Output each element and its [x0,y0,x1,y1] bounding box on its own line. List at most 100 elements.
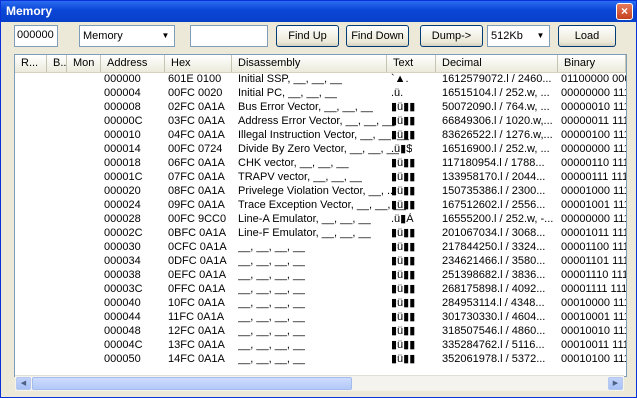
table-row[interactable]: 00002C 0BFC 0A1A Line-F Emulator, __, __, … [15,227,626,240]
cell-dec: 217844250.l / 3324... [442,241,546,253]
cell-dis: CHK vector, __, __, __ [238,157,349,169]
cell-dec: 16555200.l / 252.w, -... [442,213,554,225]
column-header[interactable]: Hex [165,55,232,72]
scroll-left-icon[interactable]: ◀ [16,377,31,390]
find-up-button[interactable]: Find Up [276,25,339,47]
table-row[interactable]: 000020 08FC 0A1A Privelege Violation Vecto… [15,185,626,198]
table-row[interactable]: 000000 601E 0100 Initial SSP, __, __, __ `▲… [15,73,626,86]
find-input[interactable] [190,25,268,47]
table-row[interactable]: 000044 11FC 0A1A __, __, __, __ ▮ü▮▮ 3017303… [15,311,626,324]
cell-dis: __, __, __, __ [238,325,306,337]
table-row[interactable]: 000010 04FC 0A1A Illegal Instruction Vecto… [15,129,626,142]
cell-address: 00002C [104,227,143,239]
table-row[interactable]: 000038 0EFC 0A1A __, __, __, __ ▮ü▮▮ 2513986… [15,269,626,282]
cell-address: 00001C [104,171,143,183]
cell-hex: 04FC 0A1A [168,129,225,141]
cell-dis: __, __, __, __ [238,255,306,267]
table-row[interactable]: 000030 0CFC 0A1A __, __, __, __ ▮ü▮▮ 2178442… [15,241,626,254]
column-header[interactable]: B... [47,55,67,72]
cell-hex: 10FC 0A1A [168,297,225,309]
scroll-thumb[interactable] [32,377,352,390]
load-button[interactable]: Load [558,25,616,47]
table-row[interactable]: 000008 02FC 0A1A Bus Error Vector, __, __,… [15,101,626,114]
cell-dis: __, __, __, __ [238,339,306,351]
horizontal-scrollbar[interactable]: ◀ ▶ [15,375,624,391]
cell-address: 000040 [104,297,141,309]
table-row[interactable]: 000014 00FC 0724 Divide By Zero Vector, __… [15,143,626,156]
column-header[interactable]: Binary [558,55,626,72]
cell-text: ▮ü▮▮ [391,115,416,127]
cell-dis: Address Error Vector, __, __, __ [238,115,395,127]
column-header[interactable]: Decimal [436,55,558,72]
cell-text: .ü. [391,87,404,99]
cell-address: 000034 [104,255,141,267]
table-row[interactable]: 00003C 0FFC 0A1A __, __, __, __ ▮ü▮▮ 2681758… [15,283,626,296]
cell-dec: 83626522.l / 1276.w,... [442,129,553,141]
cell-bin: 00010000 111 [561,297,627,309]
cell-dec: 133958170.l / 2044... [442,171,546,183]
table-row[interactable]: 000018 06FC 0A1A CHK vector, __, __, __ ▮ü▮… [15,157,626,170]
table-row[interactable]: 000034 0DFC 0A1A __, __, __, __ ▮ü▮▮ 2346214… [15,255,626,268]
cell-address: 000014 [104,143,141,155]
table-row[interactable]: 000004 00FC 0020 Initial PC, __, __, __ .ü.… [15,87,626,100]
table-header: R...B...MonAddressHexDisassemblyTextDeci… [15,55,626,73]
cell-bin: 00000000 111 [561,87,627,99]
cell-dis: Privelege Violation Vector, __, ... [238,185,397,197]
table-row[interactable]: 00001C 07FC 0A1A TRAPV vector, __, __, __ ▮… [15,171,626,184]
table-row[interactable]: 000028 00FC 9CC0 Line-A Emulator, __, __, … [15,213,626,226]
cell-address: 000010 [104,129,141,141]
table-row[interactable]: 000024 09FC 0A1A Trace Exception Vector, _… [15,199,626,212]
cell-dis: Bus Error Vector, __, __, __ [238,101,374,113]
column-header[interactable]: Mon [67,55,101,72]
cell-hex: 13FC 0A1A [168,339,225,351]
find-down-button[interactable]: Find Down [346,25,409,47]
cell-dec: 167512602.l / 2556... [442,199,546,211]
cell-hex: 06FC 0A1A [168,157,225,169]
cell-bin: 00000100 111 [561,129,627,141]
cell-dis: Initial SSP, __, __, __ [238,73,343,85]
cell-dis: TRAPV vector, __, __, __ [238,171,363,183]
cell-bin: 00001100 111 [561,241,627,253]
table-row[interactable]: 000050 14FC 0A1A __, __, __, __ ▮ü▮▮ 3520619… [15,353,626,366]
cell-hex: 03FC 0A1A [168,115,225,127]
cell-bin: 00001110 111 [561,269,627,281]
cell-hex: 14FC 0A1A [168,353,225,365]
memory-table[interactable]: R...B...MonAddressHexDisassemblyTextDeci… [14,54,627,377]
cell-address: 00003C [104,283,143,295]
scroll-right-icon[interactable]: ▶ [608,377,623,390]
cell-text: `▲. [391,73,409,85]
cell-dec: 352061978.l / 5372... [442,353,546,365]
column-header[interactable]: R... [15,55,47,72]
table-row[interactable]: 000040 10FC 0A1A __, __, __, __ ▮ü▮▮ 2849531… [15,297,626,310]
cell-dec: 16515104.l / 252.w, ... [442,87,550,99]
address-input[interactable]: 000000 [14,25,58,47]
memory-type-select[interactable]: Memory ▼ [79,25,175,47]
chevron-down-icon[interactable]: ▼ [158,27,173,45]
chevron-down-icon[interactable]: ▼ [533,27,548,45]
size-select[interactable]: 512Kb ▼ [487,25,550,47]
table-row[interactable]: 000048 12FC 0A1A __, __, __, __ ▮ü▮▮ 3185075… [15,325,626,338]
cell-hex: 11FC 0A1A [168,311,225,323]
cell-text: ▮ü▮▮ [391,185,416,197]
column-header[interactable]: Address [101,55,165,72]
cell-hex: 00FC 0724 [168,143,223,155]
title-bar[interactable]: Memory × [1,1,636,22]
column-header[interactable]: Disassembly [232,55,387,72]
cell-address: 00000C [104,115,143,127]
column-header[interactable]: Text [387,55,436,72]
dump-button[interactable]: Dump-> [420,25,483,47]
cell-dis: Illegal Instruction Vector, __, __, __ [238,129,410,141]
cell-address: 000038 [104,269,141,281]
cell-address: 000020 [104,185,141,197]
size-value: 512Kb [491,30,523,42]
table-row[interactable]: 00000C 03FC 0A1A Address Error Vector, __,… [15,115,626,128]
close-button[interactable]: × [616,3,633,20]
cell-text: ▮ü▮▮ [391,283,416,295]
cell-text: ▮ü▮▮ [391,353,416,365]
cell-hex: 0CFC 0A1A [168,241,227,253]
table-row[interactable]: 00004C 13FC 0A1A __, __, __, __ ▮ü▮▮ 3352847… [15,339,626,352]
cell-address: 000050 [104,353,141,365]
cell-bin: 00000011 111 [561,115,627,127]
cell-text: ▮ü▮▮ [391,157,416,169]
toolbar: 000000 Memory ▼ Find Up Find Down Dump->… [1,22,636,50]
